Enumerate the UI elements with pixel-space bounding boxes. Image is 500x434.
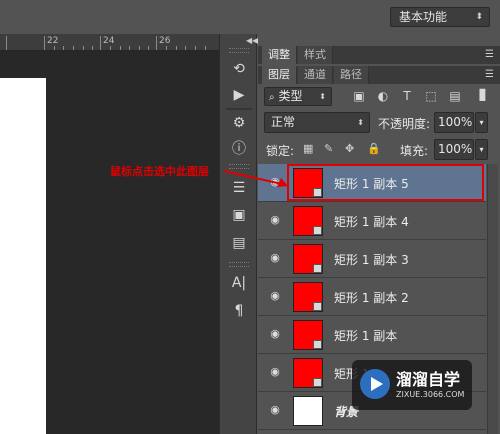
search-icon: ⌕ [269,92,275,103]
layers-menu-icon[interactable]: ☰ [485,69,494,80]
lock-transparent-icon[interactable]: ▦ [303,142,313,155]
dropdown-arrow-icon: ⬍ [475,12,483,22]
workspace-label: 基本功能 [399,10,448,24]
opacity-slider-button[interactable]: ▾ [475,112,488,133]
actions-play-icon[interactable]: ▶ [229,86,249,104]
collapse-arrows-icon[interactable]: ◀◀ [246,36,258,45]
tab-paths[interactable]: 路径 [334,66,369,84]
paragraph-icon[interactable]: ¶ [229,302,249,320]
horizontal-ruler: 22 24 26 [0,34,219,51]
tab-layers[interactable]: 图层 [262,66,297,84]
lock-label: 锁定: [266,144,295,158]
adjustments-tab-row: 调整 样式 ☰ [258,46,500,64]
watermark-url: ZIXUE.3066.COM [396,390,465,399]
strip-grip[interactable] [229,262,249,267]
pixel-filter-icon[interactable]: ▣ [352,89,366,103]
annotation-highlight-box [287,164,484,201]
layer-thumbnail [293,282,323,312]
watermark-logo-icon [360,369,390,399]
visibility-eye-icon[interactable]: ◉ [268,327,282,341]
blend-mode-dropdown[interactable]: 正常 ⬍ [264,112,370,133]
layer-name: 矩形 1 副本 3 [334,253,409,267]
layer-thumbnail [293,358,323,388]
ruler-label: 24 [103,36,115,46]
tab-styles[interactable]: 样式 [298,46,333,64]
properties-icon[interactable]: ⚙ [229,114,249,132]
layer-thumbnail [293,320,323,350]
layer-row[interactable]: ◉ 矩形 1 副本 4 [258,202,486,240]
layer-thumbnail [293,396,323,426]
visibility-eye-icon[interactable]: ◉ [268,289,282,303]
lock-all-icon[interactable]: 🔒 [367,142,381,155]
fill-input[interactable]: 100% [434,139,474,160]
lock-position-icon[interactable]: ✥ [345,142,354,155]
strip-grip[interactable] [229,48,249,53]
fill-label: 填充: [400,144,429,158]
clone-source-icon[interactable]: ▣ [229,206,249,224]
notes-icon[interactable]: ▤ [229,234,249,252]
layers-tab-row: 图层 通道 路径 ☰ [258,66,500,84]
ruler-label: 26 [159,36,171,46]
shape-filter-icon[interactable]: ⬚ [424,89,438,103]
layer-name: 矩形 1 副本 2 [334,291,409,305]
opacity-input[interactable]: 100% [434,112,474,133]
character-icon[interactable]: A| [229,274,249,292]
lock-pixels-icon[interactable]: ✎ [324,142,333,155]
blend-mode-value: 正常 [271,115,296,129]
info-icon[interactable]: ⓘ [229,140,249,158]
adjustment-filter-icon[interactable]: ◐ [376,89,390,103]
layer-thumbnail [293,206,323,236]
layers-scrollbar[interactable] [487,164,498,434]
collapsed-panel-strip: ⟲ ▶ ⚙ ⓘ ☰ ▣ ▤ A| ¶ [219,34,257,434]
watermark-title: 溜溜自学 [396,370,461,389]
fill-slider-button[interactable]: ▾ [475,139,488,160]
type-filter-icon[interactable]: T [400,89,414,103]
visibility-eye-icon[interactable]: ◉ [268,403,282,417]
visibility-eye-icon[interactable]: ◉ [268,251,282,265]
panel-menu-icon[interactable]: ☰ [485,49,494,60]
layer-thumbnail [293,244,323,274]
tab-adjustments[interactable]: 调整 [262,46,297,64]
tab-channels[interactable]: 通道 [298,66,333,84]
annotation-text: 鼠标点击选中此图层 [110,165,209,178]
layer-row[interactable]: ◉ 矩形 1 副本 [258,316,486,354]
smart-object-filter-icon[interactable]: ▤ [448,89,462,103]
workspace-dropdown[interactable]: 基本功能 ⬍ [390,7,490,27]
layer-row[interactable]: ◉ 矩形 1 副本 2 [258,278,486,316]
watermark: 溜溜自学 ZIXUE.3066.COM [352,360,472,410]
annotation-arrow [223,170,288,187]
ruler-label: 22 [47,36,59,46]
visibility-eye-icon[interactable]: ◉ [268,365,282,379]
layer-name: 矩形 1 副本 [334,329,398,343]
layer-filter-dropdown[interactable]: ⌕ 类型 ⬍ [264,87,332,106]
filter-kind-label: 类型 [278,89,303,103]
dropdown-arrow-icon: ⬍ [319,92,326,101]
document-canvas[interactable] [0,78,46,434]
layer-row[interactable]: ◉ 矩形 1 副本 3 [258,240,486,278]
visibility-eye-icon[interactable]: ◉ [268,213,282,227]
history-icon[interactable]: ⟲ [229,60,249,78]
filter-toggle-icon[interactable]: ▮ [478,86,487,103]
layer-name: 矩形 1 副本 4 [334,215,409,229]
opacity-label: 不透明度: [378,117,431,131]
dropdown-arrow-icon: ⬍ [357,118,364,127]
